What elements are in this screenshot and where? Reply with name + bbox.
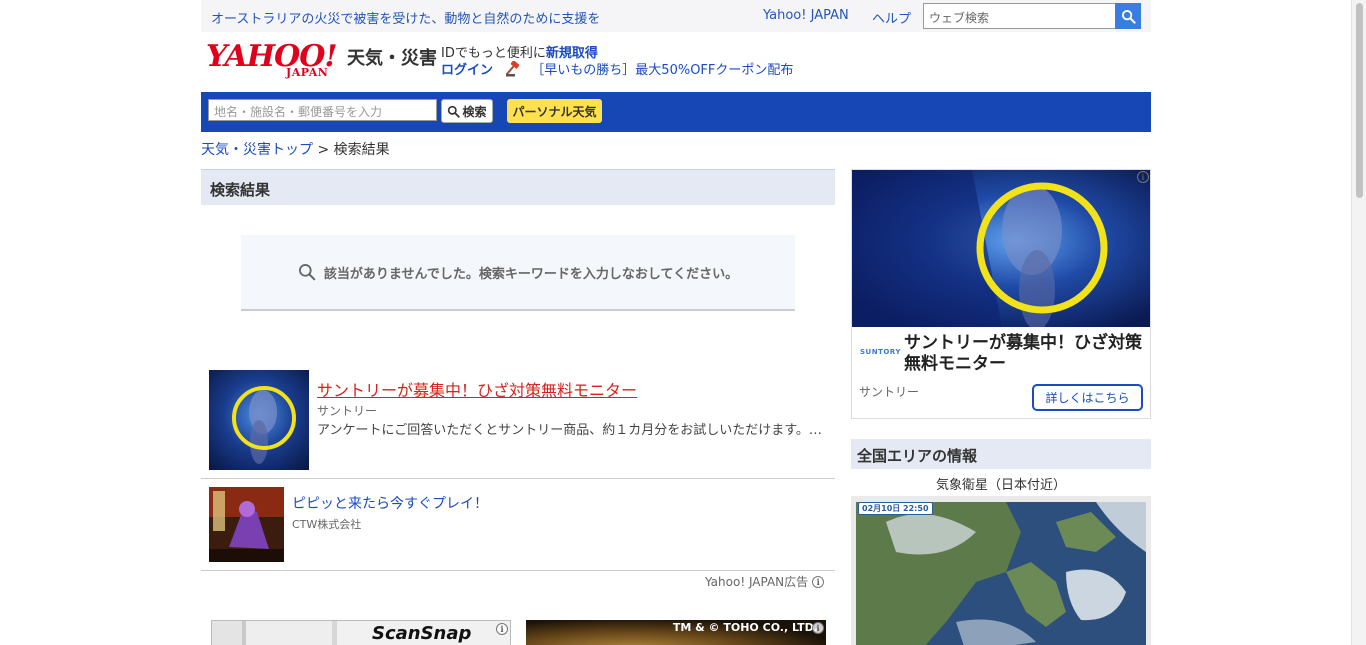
location-search-input[interactable]: 地名・施設名・郵便番号を入力 xyxy=(208,99,437,121)
breadcrumb-home-link[interactable]: 天気・災害トップ xyxy=(201,142,313,158)
info-icon[interactable]: i xyxy=(496,623,508,635)
info-icon[interactable]: i xyxy=(1137,171,1149,183)
section-title[interactable]: 天気・災害 xyxy=(347,44,437,70)
ad-thumbnail xyxy=(209,370,309,470)
results-heading-bar: 検索結果 xyxy=(201,169,835,205)
ad-label[interactable]: Yahoo! JAPAN広告 i xyxy=(705,573,825,590)
sponsored-listing[interactable]: ピピッと来たら今すぐプレイ！ CTW株式会社 xyxy=(201,480,835,571)
location-search-button[interactable]: 検索 xyxy=(441,99,493,123)
vertical-scrollbar[interactable] xyxy=(1351,0,1366,645)
no-result-box: 該当がありませんでした。検索キーワードを入力しなおしてください。 xyxy=(241,235,795,311)
search-icon xyxy=(1121,9,1136,24)
ad-advertiser: CTW株式会社 xyxy=(292,518,362,531)
yahoo-japan-link[interactable]: Yahoo! JAPAN xyxy=(763,8,849,23)
ad-thumbnail xyxy=(209,487,284,562)
nationwide-area-heading-bar: 全国エリアの情報 xyxy=(851,439,1151,469)
nationwide-area-heading: 全国エリアの情報 xyxy=(857,447,978,465)
satellite-caption: 気象衛星（日本付近） xyxy=(935,478,1066,493)
search-icon xyxy=(298,264,316,281)
suntory-logo: SUNTORY xyxy=(860,348,901,356)
help-link[interactable]: ヘルプ xyxy=(872,8,911,27)
web-search-input[interactable]: ウェブ検索 xyxy=(923,3,1116,29)
login-link[interactable]: ログイン xyxy=(441,63,493,78)
satellite-panel[interactable]: 02月10日 22:50 xyxy=(851,496,1151,645)
satellite-image[interactable] xyxy=(856,502,1146,645)
info-icon: i xyxy=(812,575,825,588)
sidebar-ad-title[interactable]: サントリーが募集中！ひざ対策無料モニター xyxy=(904,333,1144,375)
scrollbar-thumb[interactable] xyxy=(1356,3,1363,198)
banner-copyright: TM & © TOHO CO., LTD. xyxy=(672,621,818,634)
donation-promo-link[interactable]: オーストラリアの火災で被害を受けた、動物と自然のために支援を xyxy=(211,8,600,27)
web-search-button[interactable] xyxy=(1115,3,1141,29)
sidebar-ad-advertiser: サントリー xyxy=(859,385,920,399)
banner-brand: ScanSnap xyxy=(372,623,472,644)
personal-weather-button[interactable]: パーソナル天気 xyxy=(507,99,602,123)
breadcrumb: 天気・災害トップ > 検索結果 xyxy=(201,139,390,159)
login-row: ログイン ［早いもの勝ち］最大50%OFFクーポン配布 xyxy=(441,59,793,78)
breadcrumb-separator: > xyxy=(313,142,334,158)
ad-label-text: Yahoo! JAPAN広告 xyxy=(705,575,809,589)
yahoo-logo[interactable]: YAHOO! JAPAN xyxy=(206,42,346,80)
masthead-strip: オーストラリアの火災で被害を受けた、動物と自然のために支援を Yahoo! JA… xyxy=(201,0,1151,32)
satellite-timestamp: 02月10日 22:50 xyxy=(858,502,933,515)
no-result-message: 該当がありませんでした。検索キーワードを入力しなおしてください。 xyxy=(323,266,739,282)
ad-image xyxy=(852,170,1150,327)
info-icon[interactable]: i xyxy=(812,622,824,634)
ad-advertiser: サントリー xyxy=(317,404,378,418)
ad-title-link[interactable]: サントリーが募集中！ひざ対策無料モニター xyxy=(317,377,637,401)
ad-description: アンケートにご回答いただくとサントリー商品、約１カ月分をお試しいただけます。… xyxy=(317,423,822,438)
godzilla-banner-ad[interactable]: TM & © TOHO CO., LTD. i xyxy=(526,620,826,645)
auction-coupon-link[interactable]: ［早いもの勝ち］最大50%OFFクーポン配布 xyxy=(531,63,793,78)
location-search-button-label: 検索 xyxy=(462,104,487,119)
scansnap-banner-ad[interactable]: ScanSnap i xyxy=(211,620,511,645)
sidebar-ad[interactable]: i SUNTORY サントリーが募集中！ひざ対策無料モニター サントリー 詳しく… xyxy=(851,169,1151,419)
sponsored-listing[interactable]: サントリーが募集中！ひざ対策無料モニター サントリー アンケートにご回答いただく… xyxy=(201,362,835,479)
location-search-bar: 地名・施設名・郵便番号を入力 検索 パーソナル天気 xyxy=(201,92,1151,132)
page: オーストラリアの火災で被害を受けた、動物と自然のために支援を Yahoo! JA… xyxy=(0,0,1366,645)
breadcrumb-current: 検索結果 xyxy=(333,142,390,158)
search-icon xyxy=(448,105,461,118)
details-button[interactable]: 詳しくはこちら xyxy=(1032,384,1143,411)
gavel-icon xyxy=(506,61,520,77)
results-heading: 検索結果 xyxy=(210,181,271,199)
logo-japan: JAPAN xyxy=(286,66,329,79)
ad-title-link[interactable]: ピピッと来たら今すぐプレイ！ xyxy=(292,493,488,513)
